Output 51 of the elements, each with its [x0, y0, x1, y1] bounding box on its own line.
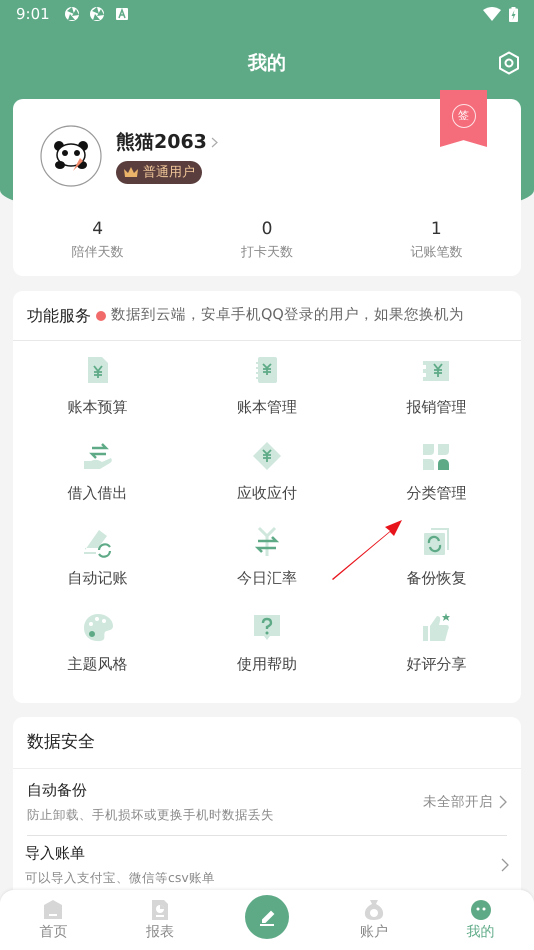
stat-label: 打卡天数: [240, 244, 293, 262]
row-subtitle: 防止卸载、手机损坏或更换手机时数据丢失: [27, 806, 275, 824]
diamond-yen-icon: [250, 440, 283, 472]
row-title: 导入账单: [25, 843, 86, 864]
palette-icon: [82, 612, 114, 644]
setting-row[interactable]: 自动备份 防止卸载、手机损坏或更换手机时数据丢失 未全部开启: [27, 769, 507, 836]
nav-tab[interactable]: 首页: [0, 890, 107, 950]
setting-row[interactable]: 导入账单 可以导入支付宝、微信等csv账单: [13, 836, 521, 888]
service-item[interactable]: 应收应付: [182, 440, 352, 526]
stat-label: 陪伴天数: [72, 244, 124, 262]
nav-tab[interactable]: 报表: [106, 890, 214, 950]
service-item[interactable]: 账本预算: [13, 355, 182, 440]
profile-icon: [468, 898, 493, 922]
service-item[interactable]: 账本管理: [182, 355, 352, 440]
panda-avatar[interactable]: [40, 125, 102, 187]
settings-icon[interactable]: [498, 51, 520, 75]
status-time: 9:01: [16, 4, 50, 25]
row-subtitle: 可以导入支付宝、微信等csv账单: [25, 868, 216, 886]
service-item[interactable]: 分类管理: [352, 440, 521, 526]
user-name[interactable]: 熊猫2063: [116, 128, 207, 157]
chevron-right-icon: [499, 795, 507, 809]
keyboard-icon: [116, 8, 128, 20]
section-title: 功能服务: [27, 304, 91, 326]
section-title: 数据安全: [27, 730, 95, 754]
service-item[interactable]: 使用帮助: [182, 612, 352, 697]
battery-icon: [509, 6, 518, 22]
member-level: 普通用户: [143, 164, 195, 182]
aperture-icon: [64, 6, 80, 22]
nav-tab[interactable]: 账户: [320, 890, 428, 950]
row-title: 自动备份: [27, 780, 88, 802]
row-value: 未全部开启: [423, 792, 493, 812]
stat-value: 1: [430, 218, 442, 241]
crown-icon: [123, 166, 139, 179]
service-item[interactable]: 借入借出: [13, 440, 182, 526]
page-title: 我的: [248, 50, 286, 76]
service-item[interactable]: 报销管理: [352, 355, 521, 440]
service-item[interactable]: 好评分享: [352, 612, 521, 697]
service-item[interactable]: 主题风格: [13, 612, 182, 697]
service-item[interactable]: 自动记账: [13, 526, 182, 612]
stat-value: 4: [92, 218, 104, 241]
wifi-icon: [483, 7, 501, 21]
chevron-right-icon: [501, 858, 509, 872]
service-item[interactable]: 今日汇率: [182, 526, 352, 612]
thumbs-up-icon: [420, 612, 452, 644]
notice-text: 数据到云端，安卓手机QQ登录的用户，如果您换机为: [111, 306, 464, 325]
stat-value: 0: [262, 218, 272, 241]
service-item[interactable]: 备份恢复: [352, 526, 521, 612]
add-record-button[interactable]: [244, 895, 289, 939]
aperture-icon: [88, 6, 105, 22]
chevron-right-icon: [210, 137, 218, 148]
stat-label: 记账笔数: [410, 244, 462, 262]
